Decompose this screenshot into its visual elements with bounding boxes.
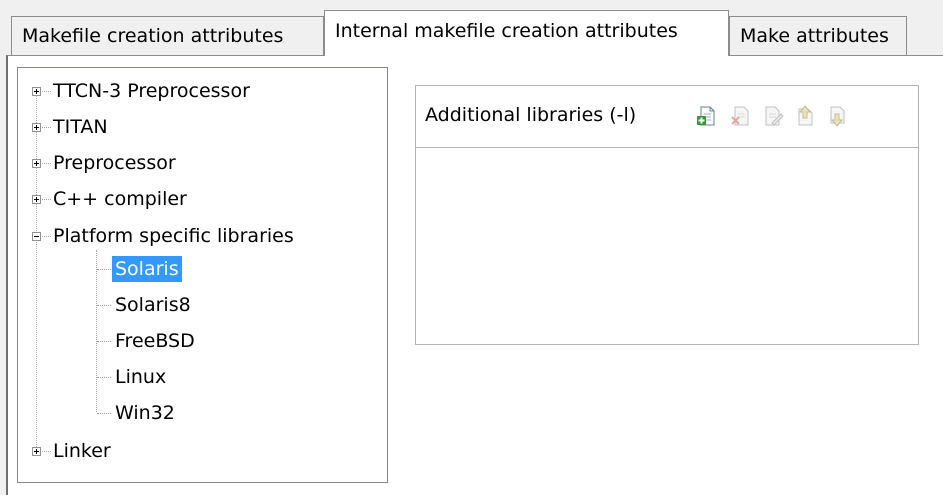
edit-item-icon[interactable] [762, 105, 784, 127]
expand-plus-icon[interactable] [32, 87, 41, 96]
tab-internal-makefile-creation-attributes[interactable]: Internal makefile creation attributes [324, 10, 729, 56]
add-item-icon[interactable] [696, 105, 718, 127]
libraries-list[interactable] [416, 148, 918, 344]
tree-item-label: TITAN [53, 116, 108, 138]
tree-item-freebsd[interactable]: FreeBSD [18, 328, 218, 354]
tree-item-label: Preprocessor [53, 152, 176, 174]
delete-item-icon[interactable] [730, 105, 752, 127]
tab-make-attributes[interactable]: Make attributes [729, 16, 907, 56]
tree-item-label: C++ compiler [53, 188, 187, 210]
tree-item-label: Solaris8 [115, 294, 191, 316]
tree-item-linux[interactable]: Linux [18, 364, 218, 390]
tree-item-titan[interactable]: TITAN [18, 114, 318, 140]
tab-makefile-creation-attributes[interactable]: Makefile creation attributes [11, 16, 324, 56]
tree-item-label: Linux [115, 366, 167, 388]
tree-item-label: Platform specific libraries [53, 225, 294, 247]
tree-item-ttcn3-preprocessor[interactable]: TTCN-3 Preprocessor [18, 78, 318, 104]
tree-item-linker[interactable]: Linker [18, 438, 318, 464]
tree-item-win32[interactable]: Win32 [18, 400, 218, 426]
additional-libraries-group: Additional libraries (-l) [415, 85, 919, 345]
move-up-icon[interactable] [794, 105, 816, 127]
tree-item-label: Win32 [115, 402, 175, 424]
tree-item-label: Solaris [112, 256, 182, 282]
tree-item-solaris[interactable]: Solaris [18, 256, 218, 282]
move-down-icon[interactable] [826, 105, 848, 127]
tree-item-preprocessor[interactable]: Preprocessor [18, 150, 318, 176]
tree-item-label: Linker [53, 440, 111, 462]
expand-plus-icon[interactable] [32, 195, 41, 204]
libraries-header: Additional libraries (-l) [416, 86, 918, 148]
tab-label: Makefile creation attributes [22, 25, 284, 47]
tree-item-label: FreeBSD [115, 330, 195, 352]
expand-plus-icon[interactable] [32, 159, 41, 168]
collapse-minus-icon[interactable] [32, 232, 41, 241]
tree-item-cpp-compiler[interactable]: C++ compiler [18, 186, 318, 212]
category-tree[interactable]: TTCN-3 Preprocessor TITAN Preprocessor C… [17, 67, 388, 483]
tree-item-platform-specific-libraries[interactable]: Platform specific libraries [18, 223, 358, 249]
expand-plus-icon[interactable] [32, 123, 41, 132]
tree-item-solaris8[interactable]: Solaris8 [18, 292, 218, 318]
tab-label: Make attributes [740, 25, 889, 47]
libraries-title: Additional libraries (-l) [425, 104, 637, 126]
expand-plus-icon[interactable] [32, 447, 41, 456]
tree-item-label: TTCN-3 Preprocessor [53, 80, 250, 102]
tab-label: Internal makefile creation attributes [335, 20, 678, 42]
